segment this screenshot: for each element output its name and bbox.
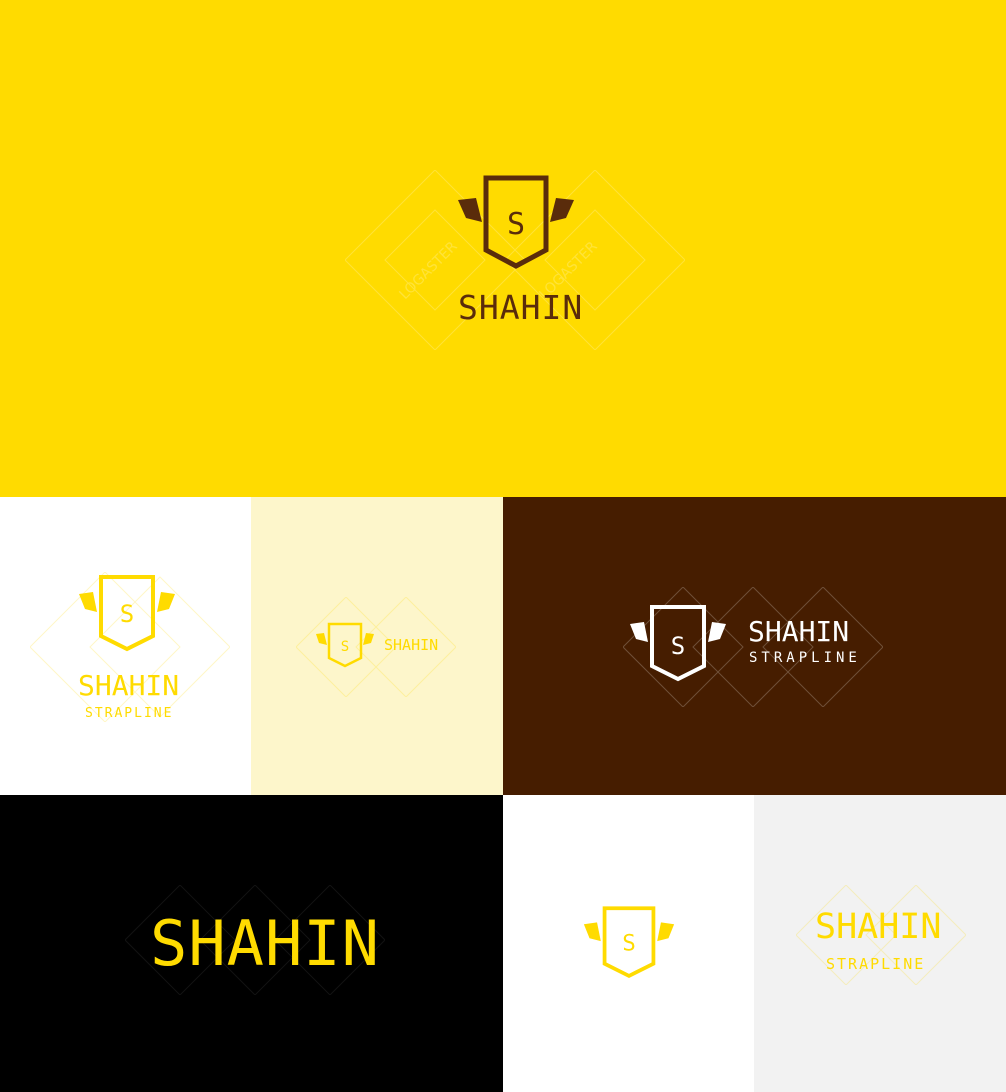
shield-crest-icon: S — [583, 906, 675, 979]
white-stacked-panel: S SHAHIN STRAPLINE — [0, 497, 251, 795]
brand-strapline: STRAPLINE — [749, 650, 861, 666]
brand-name: SHAHIN — [150, 907, 380, 980]
brand-name: SHAHIN — [78, 669, 180, 702]
svg-text:S: S — [622, 931, 636, 957]
white-icon-panel: S — [503, 795, 754, 1092]
brand-strapline: STRAPLINE — [826, 955, 926, 973]
brand-name: SHAHIN — [815, 907, 942, 947]
brand-name: SHAHIN — [748, 615, 850, 648]
svg-text:S: S — [120, 600, 134, 628]
brand-name: SHAHIN — [384, 636, 439, 654]
brand-strapline: STRAPLINE — [85, 706, 174, 721]
brown-horizontal-panel: S SHAHIN STRAPLINE — [503, 497, 1006, 795]
hero-panel: LOGASTER LOGASTER S SHAHIN — [0, 0, 1006, 497]
shield-crest-icon: S — [630, 605, 726, 682]
brand-name: SHAHIN — [458, 288, 584, 327]
svg-text:S: S — [341, 639, 349, 655]
svg-text:LOGASTER: LOGASTER — [397, 238, 461, 302]
shield-crest-icon: S — [79, 575, 175, 652]
gray-wordmark-panel: SHAHIN STRAPLINE — [754, 795, 1006, 1092]
svg-text:S: S — [507, 207, 525, 242]
pale-yellow-horizontal-panel: S SHAHIN — [251, 497, 503, 795]
shield-crest-icon: S — [316, 622, 374, 668]
svg-text:S: S — [671, 632, 685, 660]
shield-crest-icon: S — [458, 175, 574, 269]
black-wordmark-panel: SHAHIN — [0, 795, 503, 1092]
